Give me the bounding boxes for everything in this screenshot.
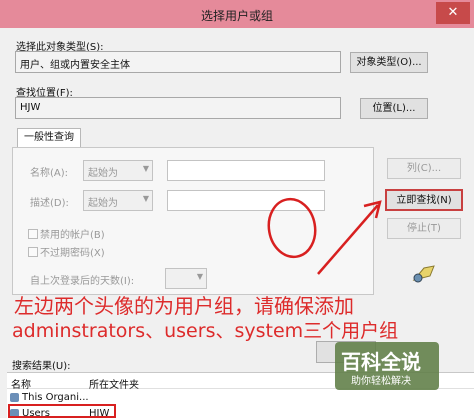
watermark-title: 百科全说	[341, 350, 421, 374]
annotation-arrow	[317, 204, 379, 275]
row-name: This Organi...	[22, 392, 89, 403]
annotation-line-1: 左边两个头像的为用户组，请确保添加	[14, 294, 354, 318]
results-label: 搜索结果(U):	[12, 361, 71, 372]
watermark-subtitle: 助你轻松解决	[351, 376, 411, 387]
column-folder[interactable]: 所在文件夹	[89, 376, 139, 391]
group-icon	[10, 393, 19, 402]
watermark-logo: 百科全说 助你轻松解决	[335, 342, 439, 390]
annotation-circle	[267, 197, 317, 259]
annotation-line-2: adminstrators、users、system三个用户组	[12, 320, 399, 342]
column-name[interactable]: 名称	[11, 376, 31, 391]
annotation-users-box	[8, 404, 116, 418]
